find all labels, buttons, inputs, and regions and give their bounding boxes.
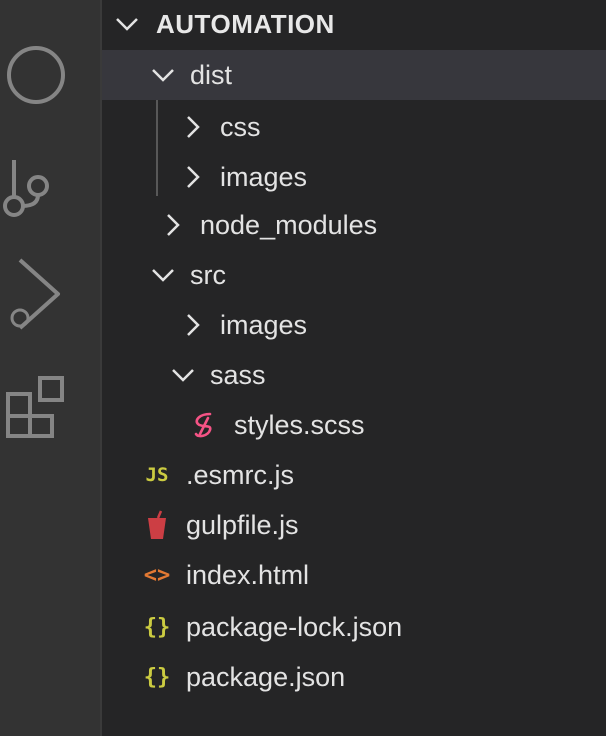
tree-item-images[interactable]: images	[102, 300, 606, 350]
tree-item-label: css	[220, 111, 261, 142]
tree-item-label: sass	[210, 359, 266, 390]
tree-item-node-modules[interactable]: node_modules	[102, 200, 606, 250]
tree-item-label: images	[220, 309, 308, 340]
sass-icon	[194, 412, 212, 438]
tree-item-css[interactable]: css	[102, 102, 606, 152]
section-header[interactable]: AUTOMATION	[102, 0, 606, 48]
tree-item-label: node_modules	[200, 209, 378, 240]
tree-item-label: .esmrc.js	[186, 459, 294, 490]
chevron-down-icon	[152, 69, 174, 82]
section-title: AUTOMATION	[156, 8, 335, 39]
tree-item-label: index.html	[186, 559, 310, 590]
tree-item-images[interactable]: images	[102, 152, 606, 202]
gulp-icon	[148, 510, 166, 539]
html-icon: <>	[143, 562, 171, 588]
tree-item-label: images	[220, 161, 308, 192]
json-icon: {}	[143, 664, 171, 690]
tree-item-gulpfile-js[interactable]: gulpfile.js	[102, 500, 606, 550]
chevron-down-icon	[116, 18, 138, 31]
chevron-down-icon	[152, 269, 174, 282]
tree-item-styles-scss[interactable]: styles.scss	[102, 400, 606, 450]
tree-item-package-json[interactable]: {} package.json	[102, 652, 606, 702]
tree-item-label: dist	[190, 59, 233, 90]
chevron-right-icon	[167, 214, 180, 236]
chevron-down-icon	[172, 369, 194, 382]
chevron-right-icon	[187, 166, 200, 188]
tree-item-label: package-lock.json	[186, 611, 403, 642]
chevron-right-icon	[187, 116, 200, 138]
vscode-window: AUTOMATION dist css images node_modules …	[0, 0, 606, 736]
tree-item-index-html[interactable]: <> index.html	[102, 550, 606, 600]
extensions-icon[interactable]	[0, 350, 100, 440]
json-icon: {}	[143, 614, 171, 640]
js-icon: JS	[145, 464, 169, 486]
chevron-right-icon	[187, 314, 200, 336]
tree-item-sass[interactable]: sass	[102, 350, 606, 400]
search-icon[interactable]	[0, 32, 100, 122]
explorer-panel: AUTOMATION dist css images node_modules …	[102, 0, 606, 736]
tree-item-dist[interactable]: dist	[102, 50, 606, 100]
tree-item-label: styles.scss	[234, 409, 365, 440]
tree-item-label: gulpfile.js	[186, 509, 299, 540]
run-debug-icon[interactable]	[0, 250, 100, 340]
tree-item-label: src	[190, 259, 226, 290]
tree-item-esmrc-js[interactable]: JS .esmrc.js	[102, 450, 606, 500]
activity-bar	[0, 0, 100, 736]
tree-item-label: package.json	[186, 661, 346, 692]
source-control-icon[interactable]	[0, 140, 100, 230]
tree-item-package-lock-json[interactable]: {} package-lock.json	[102, 602, 606, 652]
tree-item-src[interactable]: src	[102, 250, 606, 300]
